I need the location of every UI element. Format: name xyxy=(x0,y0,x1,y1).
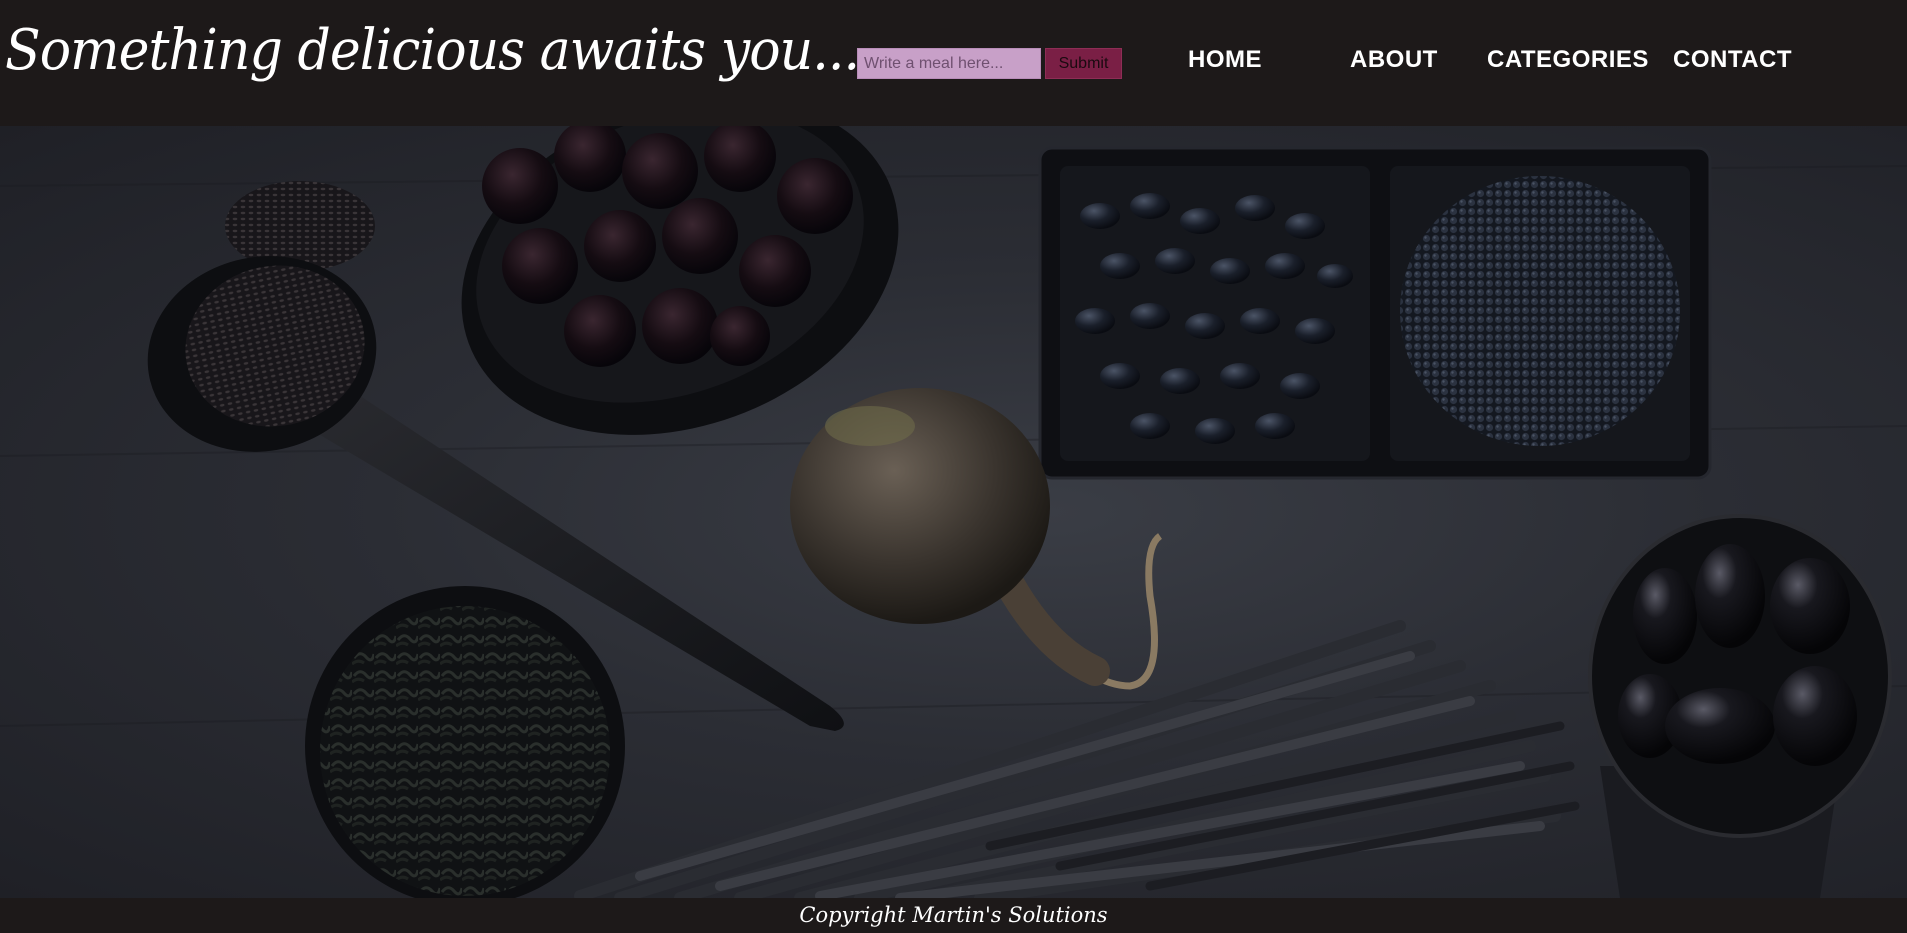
copyright-text: Copyright Martin's Solutions xyxy=(799,903,1108,927)
nav-contact[interactable]: CONTACT xyxy=(1673,46,1792,74)
meal-search-input[interactable] xyxy=(857,48,1041,79)
submit-button[interactable]: Submit xyxy=(1045,48,1122,79)
olive-scoop xyxy=(1588,514,1892,898)
sesame-seed-pile xyxy=(225,181,375,271)
nav-categories[interactable]: CATEGORIES xyxy=(1487,46,1649,74)
nav-about[interactable]: ABOUT xyxy=(1350,46,1438,74)
site-title: Something delicious awaits you... xyxy=(5,18,860,83)
seaweed-bowl xyxy=(305,586,625,898)
bean-lentil-tray xyxy=(1038,146,1712,480)
hero-food-image xyxy=(0,126,1907,898)
black-lentils xyxy=(1400,176,1680,446)
site-header: Something delicious awaits you... Submit… xyxy=(0,0,1907,126)
nav-home[interactable]: HOME xyxy=(1188,46,1262,74)
hero-food-illustration xyxy=(0,126,1907,898)
site-footer: Copyright Martin's Solutions xyxy=(0,898,1907,933)
